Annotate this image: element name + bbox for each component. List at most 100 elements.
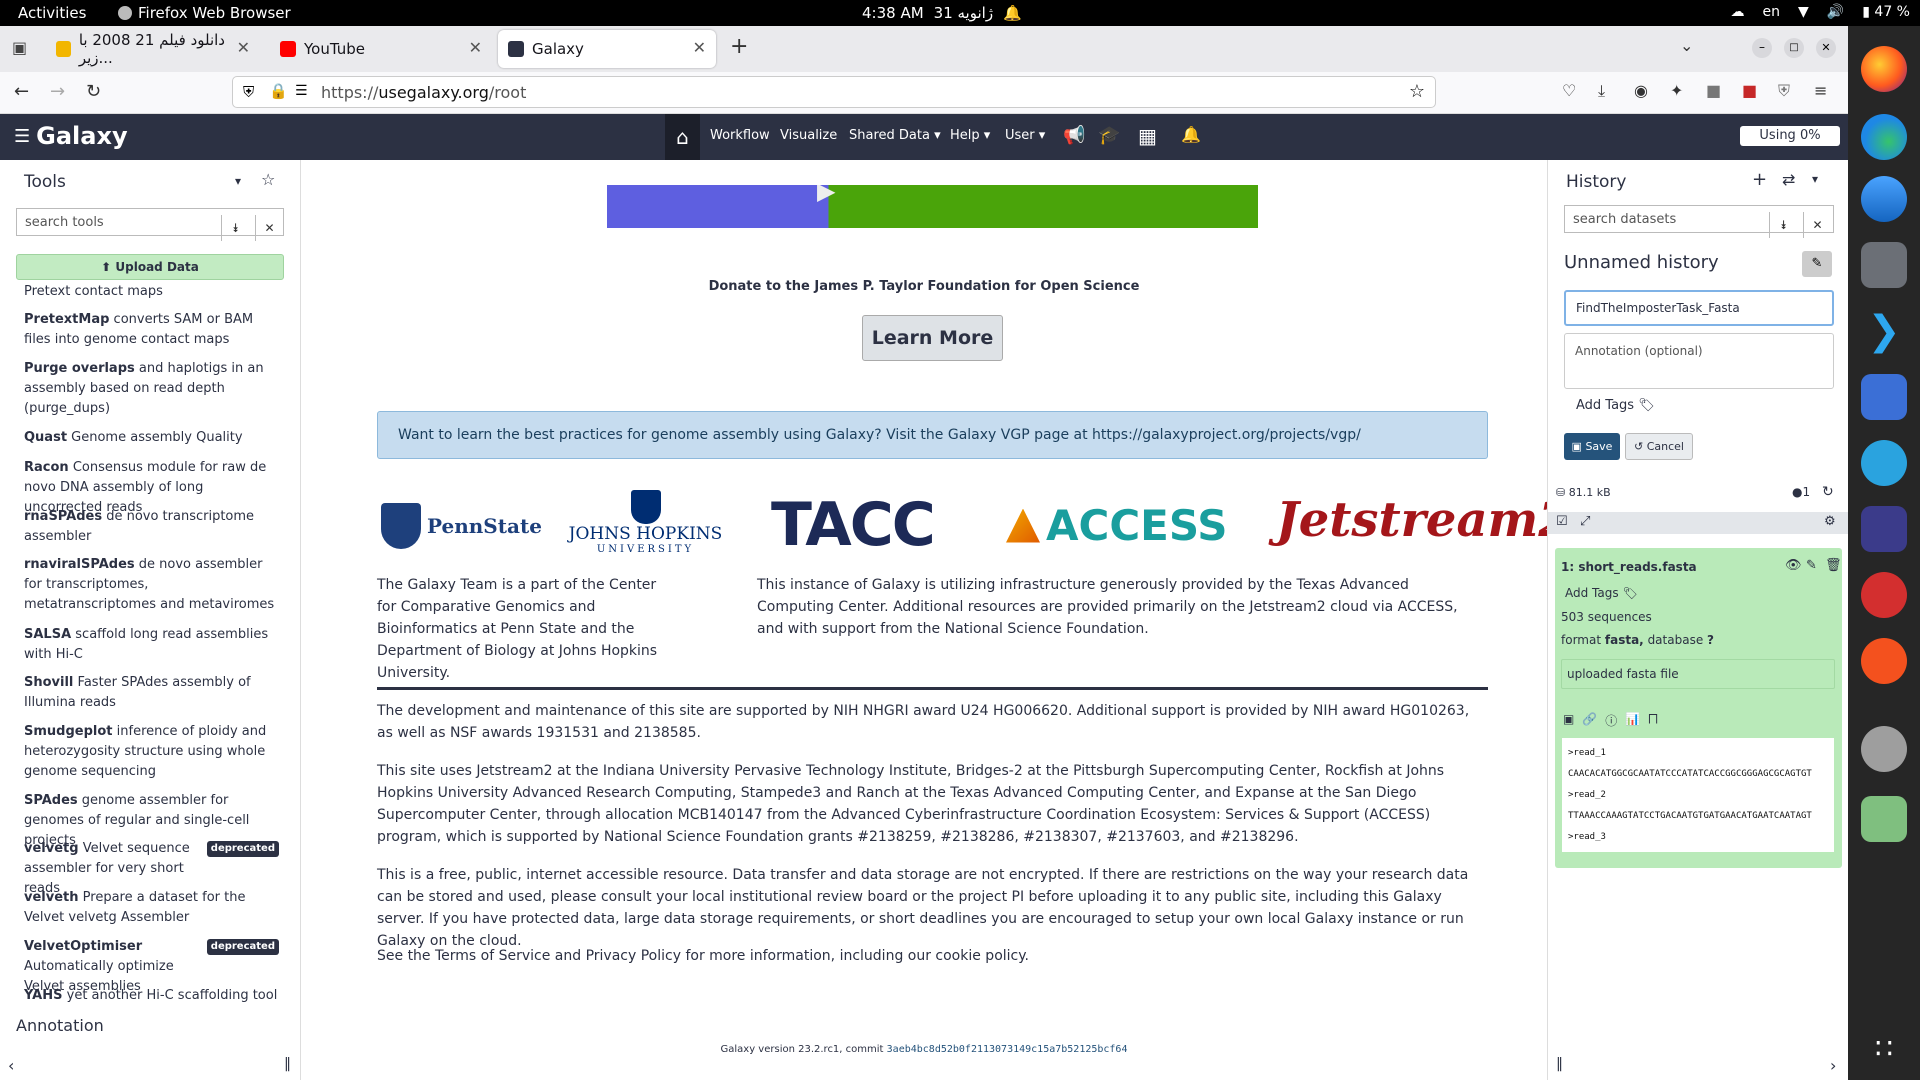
tool-section-annotation[interactable]: Annotation xyxy=(16,1016,104,1035)
history-name-input[interactable]: FindTheImposterTask_Fasta xyxy=(1564,290,1834,326)
video-banner[interactable]: ▶ xyxy=(607,185,1258,228)
bookmark-star-icon[interactable]: ☆ xyxy=(1409,81,1425,102)
filezilla-dock-icon[interactable] xyxy=(1861,572,1907,618)
new-history-icon[interactable]: + xyxy=(1752,169,1767,190)
clear-search-icon[interactable]: ✕ xyxy=(1803,212,1831,238)
tab-youtube[interactable]: YouTube ✕ xyxy=(270,30,492,68)
tab-list-icon[interactable]: ▣ xyxy=(12,38,27,57)
postman-dock-icon[interactable] xyxy=(1861,638,1907,684)
collapse-items-icon[interactable]: ⤢ xyxy=(1580,514,1590,529)
tool-item[interactable]: SALSA scaffold long read assemblies with… xyxy=(24,625,279,665)
close-window-icon[interactable]: ✕ xyxy=(1816,38,1836,58)
back-icon[interactable]: ← xyxy=(14,81,29,102)
sitemap-icon[interactable]: ⨅ xyxy=(1648,712,1658,729)
tab-movie[interactable]: دانلود فیلم 21 2008 با زیر... ✕ xyxy=(46,30,260,68)
tool-item[interactable]: Quast Genome assembly Quality xyxy=(24,428,279,448)
jetstream2-logo[interactable]: Jetstream2 xyxy=(1276,485,1572,555)
training-icon[interactable]: 🎓 xyxy=(1098,125,1120,146)
nav-workflow[interactable]: Workflow xyxy=(710,128,770,143)
favorites-star-icon[interactable]: ☆ xyxy=(261,170,275,189)
tool-item[interactable]: Shovill Faster SPAdes assembly of Illumi… xyxy=(24,673,279,713)
active-app-menu[interactable]: Firefox Web Browser xyxy=(118,4,291,22)
collapse-left-icon[interactable]: ‹ xyxy=(8,1056,14,1075)
forward-icon[interactable]: → xyxy=(50,81,65,102)
cancel-button[interactable]: ↺ Cancel xyxy=(1625,433,1693,460)
info-icon[interactable]: ⓘ xyxy=(1605,712,1617,729)
add-tags-button[interactable]: Add Tags 🏷 xyxy=(1576,398,1655,413)
eye-icon[interactable]: 👁 xyxy=(1785,558,1802,573)
trash-dock-icon[interactable] xyxy=(1861,796,1907,842)
select-items-icon[interactable]: ☑ xyxy=(1556,514,1568,529)
link-icon[interactable]: 🔗 xyxy=(1582,712,1597,729)
commit-link[interactable]: 3aeb4bc8d52b0f2113073149c15a7b52125bcf64 xyxy=(887,1044,1128,1055)
learn-more-button[interactable]: Learn More xyxy=(862,315,1003,361)
maximize-icon[interactable]: □ xyxy=(1784,38,1804,58)
tool-item[interactable]: PretextMap converts SAM or BAM files int… xyxy=(24,310,279,350)
close-tab-icon[interactable]: ✕ xyxy=(237,38,250,57)
reload-icon[interactable]: ↻ xyxy=(86,81,101,102)
panel-view-dropdown-icon[interactable]: ▾ xyxy=(235,174,241,188)
dataset-add-tags[interactable]: Add Tags 🏷 xyxy=(1565,586,1638,600)
extension-red-icon[interactable]: ■ xyxy=(1742,81,1757,100)
list-all-tabs-icon[interactable]: ⌄ xyxy=(1680,36,1693,55)
tacc-logo[interactable]: TACC xyxy=(771,490,961,560)
dataset-search-field[interactable]: search datasets ⯯ ✕ xyxy=(1564,205,1834,238)
notifications-icon[interactable]: 🔔 xyxy=(1181,125,1201,144)
edit-history-button[interactable]: ✎ xyxy=(1802,251,1832,277)
url-bar[interactable]: ⛨ 🔒 ☰ https://usegalaxy.org/root ☆ xyxy=(232,76,1436,108)
annotation-textarea[interactable]: Annotation (optional) xyxy=(1564,333,1834,389)
announcements-icon[interactable]: 📢 xyxy=(1063,125,1085,146)
downloads-icon[interactable]: ⤓ xyxy=(1598,81,1605,101)
tool-item[interactable]: rnaviralSPAdes de novo assembler for tra… xyxy=(24,555,279,615)
drag-handle-icon[interactable]: ‖ xyxy=(284,1056,291,1072)
dataset-count[interactable]: ●1 xyxy=(1792,485,1810,499)
switch-history-icon[interactable]: ⇄ xyxy=(1782,170,1795,189)
nav-shared-data[interactable]: Shared Data ▾ xyxy=(849,128,941,143)
clock[interactable]: 4:38 AM 31 ژانویه 🔔 xyxy=(862,4,1022,22)
apps-grid-icon[interactable]: ▦ xyxy=(1138,124,1157,148)
tool-item[interactable]: YAHS yet another Hi-C scaffolding tool xyxy=(24,986,279,1006)
quota-meter[interactable]: Using 0% xyxy=(1740,126,1840,146)
nav-user[interactable]: User ▾ xyxy=(1005,128,1045,143)
history-size[interactable]: ⛁ 81.1 kB xyxy=(1556,486,1611,499)
collapse-right-icon[interactable]: › xyxy=(1830,1056,1836,1075)
visualize-icon[interactable]: 📊 xyxy=(1625,712,1640,729)
tool-search-input[interactable]: search tools xyxy=(25,215,104,230)
dataset-title[interactable]: 1: short_reads.fasta xyxy=(1561,560,1697,574)
history-options-icon[interactable]: ▾ xyxy=(1812,172,1818,186)
trash-icon[interactable]: 🗑 xyxy=(1825,558,1842,573)
jhu-logo[interactable]: JOHNS HOPKINS UNIVERSITY xyxy=(563,490,728,565)
refresh-icon[interactable]: ↻ xyxy=(1822,484,1834,500)
tex-dock-icon[interactable] xyxy=(1861,506,1907,552)
download-icon[interactable]: ▣ xyxy=(1563,712,1574,729)
system-tray[interactable]: ☁ en ▼ 🔊 ▮ 47 % xyxy=(1731,4,1910,20)
tool-item[interactable]: rnaSPAdes de novo transcriptome assemble… xyxy=(24,507,279,547)
account-icon[interactable]: ◉ xyxy=(1634,81,1648,100)
language-indicator[interactable]: en xyxy=(1763,4,1781,20)
upload-data-button[interactable]: ⬆ Upload Data xyxy=(16,254,284,280)
extension-grey-icon[interactable]: ■ xyxy=(1706,81,1721,100)
edge-dock-icon[interactable] xyxy=(1861,114,1907,160)
firefox-dock-icon[interactable] xyxy=(1861,46,1907,92)
pennstate-logo[interactable]: PennState xyxy=(381,498,546,553)
tool-item[interactable]: Purge overlaps and haplotigs in an assem… xyxy=(24,359,279,419)
telegram-dock-icon[interactable] xyxy=(1861,440,1907,486)
home-button[interactable]: ⌂ xyxy=(665,114,700,160)
settings-icon[interactable]: ⚙ xyxy=(1824,514,1836,529)
show-apps-icon[interactable]: ∷ xyxy=(1861,1026,1907,1072)
extensions-icon[interactable]: ✦ xyxy=(1670,81,1683,100)
tool-item[interactable]: velveth Prepare a dataset for the Velvet… xyxy=(24,888,279,928)
save-button[interactable]: ▣ Save xyxy=(1564,433,1620,460)
drag-handle-icon[interactable]: ‖ xyxy=(1556,1056,1563,1072)
close-tab-icon[interactable]: ✕ xyxy=(693,38,706,57)
dataset-search-input[interactable]: search datasets xyxy=(1573,212,1676,227)
advanced-search-icon[interactable]: ⯯ xyxy=(221,215,249,241)
dataset-item[interactable]: 1: short_reads.fasta 👁 ✎ 🗑 Add Tags 🏷 50… xyxy=(1555,548,1842,868)
vscode-dock-icon[interactable]: ❯ xyxy=(1861,308,1907,354)
tool-search-field[interactable]: search tools ⯯ ✕ xyxy=(16,208,284,241)
pocket-icon[interactable]: ♡ xyxy=(1562,81,1576,100)
access-logo[interactable]: ACCESS xyxy=(1006,498,1236,553)
extension-shield-icon[interactable]: ⛨ xyxy=(1778,81,1790,101)
activities-button[interactable]: Activities xyxy=(18,4,86,22)
pencil-icon[interactable]: ✎ xyxy=(1806,558,1817,573)
